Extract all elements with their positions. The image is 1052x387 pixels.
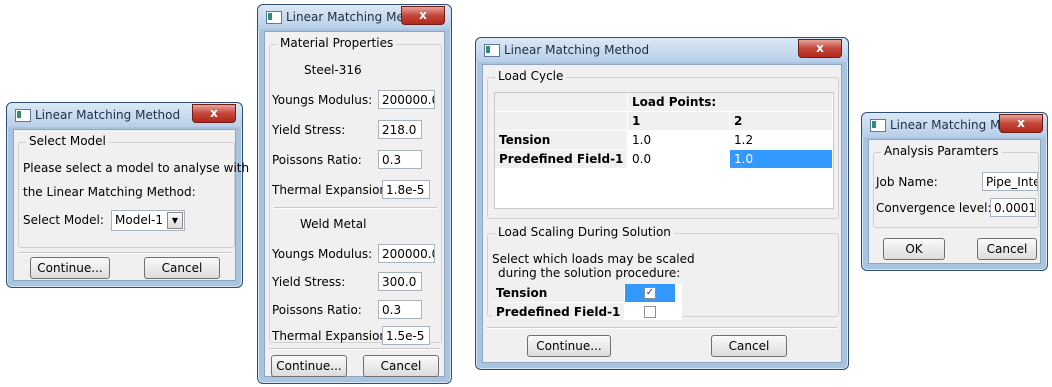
- analysis-parameters-dialog: Linear Matching Met... x Analysis Paramt…: [861, 112, 1048, 271]
- section-weld-metal: Weld Metal: [300, 217, 367, 231]
- group-title: Analysis Paramters: [881, 144, 1002, 158]
- convergence-label: Convergence level:: [876, 201, 992, 215]
- load-points-header: Load Points:: [628, 93, 832, 111]
- continue-button[interactable]: Continue...: [30, 257, 110, 279]
- close-button[interactable]: x: [798, 39, 842, 58]
- tension-checkbox[interactable]: ✓: [644, 287, 656, 299]
- app-icon: [266, 11, 282, 24]
- prompt-line-1: Please select a model to analyse with: [23, 161, 250, 175]
- title-bar[interactable]: Linear Matching Method x: [7, 103, 242, 127]
- group-title: Select Model: [26, 134, 109, 148]
- table-cell[interactable]: 0.0: [628, 150, 729, 168]
- steel-poisson-input[interactable]: 0.3: [378, 150, 422, 169]
- steel-yield-label: Yield Stress:: [272, 123, 346, 137]
- material-properties-dialog: Linear Matching Met... x Material Proper…: [257, 4, 452, 384]
- analysis-parameters-group: Analysis Paramters Job Name: Pipe_Inter …: [873, 144, 1039, 228]
- steel-yield-input[interactable]: 218.0: [378, 120, 422, 139]
- model-select[interactable]: Model-1 ▼: [111, 210, 185, 231]
- material-properties-group: Material Properties Steel-316 Youngs Mod…: [269, 36, 442, 345]
- table-cell[interactable]: 1.2: [730, 131, 832, 149]
- window-title: Linear Matching Met...: [286, 10, 420, 24]
- weld-yield-label: Yield Stress:: [272, 275, 346, 289]
- steel-thermal-label: Thermal Expansion:: [272, 183, 392, 197]
- group-title: Load Scaling During Solution: [495, 225, 674, 239]
- ok-button[interactable]: OK: [883, 238, 945, 260]
- weld-poisson-input[interactable]: 0.3: [378, 300, 422, 319]
- continue-button[interactable]: Continue...: [271, 355, 347, 377]
- load-cycle-dialog: Linear Matching Method x Load Cycle Load…: [475, 37, 849, 370]
- load-points-table: Load Points: 1 2 Tension 1.0 1.2 Predefi…: [494, 92, 834, 209]
- dialog-body: Select Model Please select a model to an…: [13, 129, 249, 281]
- select-model-dialog: Linear Matching Method x Select Model Pl…: [6, 102, 249, 288]
- weld-youngs-input[interactable]: 200000.0: [378, 244, 435, 263]
- title-bar[interactable]: Linear Matching Met... x: [862, 113, 1047, 137]
- chevron-down-icon[interactable]: ▼: [167, 212, 183, 229]
- window-title: Linear Matching Method: [504, 43, 650, 57]
- app-icon: [15, 109, 31, 122]
- table-cell[interactable]: 1.0: [628, 131, 729, 149]
- predefined-field-checkbox[interactable]: [644, 306, 656, 318]
- row-header-predefined-field: Predefined Field-1: [492, 303, 624, 321]
- title-bar[interactable]: Linear Matching Method x: [476, 38, 848, 62]
- model-select-value: Model-1: [115, 213, 163, 227]
- close-button[interactable]: x: [999, 114, 1043, 133]
- job-name-label: Job Name:: [876, 175, 938, 189]
- column-header-1: 1: [628, 112, 729, 130]
- close-button[interactable]: x: [401, 6, 445, 25]
- weld-thermal-input[interactable]: 1.5e-5: [382, 326, 430, 345]
- dialog-body: Analysis Paramters Job Name: Pipe_Inter …: [868, 139, 1041, 264]
- job-name-input[interactable]: Pipe_Inter: [982, 172, 1038, 191]
- select-model-group: Select Model Please select a model to an…: [18, 134, 249, 248]
- continue-button[interactable]: Continue...: [527, 335, 611, 357]
- convergence-input[interactable]: 0.0001: [990, 198, 1036, 217]
- weld-thermal-label: Thermal Expansion:: [272, 329, 392, 343]
- cancel-button[interactable]: Cancel: [363, 355, 439, 377]
- dialog-body: Load Cycle Load Points: 1 2 Tension 1.0 …: [482, 64, 842, 363]
- steel-poisson-label: Poissons Ratio:: [272, 153, 362, 167]
- table-corner: [495, 112, 627, 130]
- section-separator: [274, 207, 437, 209]
- app-icon: [870, 119, 886, 132]
- weld-poisson-label: Poissons Ratio:: [272, 303, 362, 317]
- load-cycle-group: Load Cycle Load Points: 1 2 Tension 1.0 …: [487, 69, 839, 219]
- section-steel-316: Steel-316: [304, 63, 362, 77]
- separator: [487, 327, 837, 329]
- table-cell-selected[interactable]: 1.0: [730, 150, 832, 168]
- steel-youngs-input[interactable]: 200000.0: [378, 90, 435, 109]
- title-bar[interactable]: Linear Matching Met... x: [258, 5, 451, 29]
- cancel-button[interactable]: Cancel: [144, 257, 220, 279]
- group-title: Load Cycle: [495, 69, 567, 83]
- select-model-label: Select Model:: [23, 213, 104, 227]
- weld-youngs-label: Youngs Modulus:: [272, 247, 373, 261]
- row-header-tension: Tension: [495, 131, 627, 149]
- cancel-button[interactable]: Cancel: [977, 238, 1037, 260]
- dialog-body: Material Properties Steel-316 Youngs Mod…: [264, 31, 445, 377]
- steel-youngs-label: Youngs Modulus:: [272, 93, 373, 107]
- prompt-line-2: the Linear Matching Method:: [23, 185, 196, 199]
- scaling-line-2: during the solution procedure:: [498, 266, 681, 280]
- load-scaling-group: Load Scaling During Solution Select whic…: [487, 225, 839, 321]
- weld-yield-input[interactable]: 300.0: [378, 272, 422, 291]
- close-button[interactable]: x: [192, 104, 236, 123]
- app-icon: [484, 44, 500, 57]
- scaling-line-1: Select which loads may be scaled: [492, 252, 695, 266]
- column-header-2: 2: [730, 112, 832, 130]
- steel-thermal-input[interactable]: 1.8e-5: [382, 180, 430, 199]
- window-title: Linear Matching Method: [35, 108, 181, 122]
- group-title: Material Properties: [277, 36, 397, 50]
- separator: [269, 348, 440, 350]
- cancel-button[interactable]: Cancel: [711, 335, 787, 357]
- row-header-tension: Tension: [492, 284, 624, 302]
- table-corner: [495, 93, 627, 111]
- row-header-predefined-field: Predefined Field-1: [495, 150, 627, 168]
- separator: [18, 252, 231, 254]
- scaling-table: Tension ✓ Predefined Field-1: [492, 284, 682, 321]
